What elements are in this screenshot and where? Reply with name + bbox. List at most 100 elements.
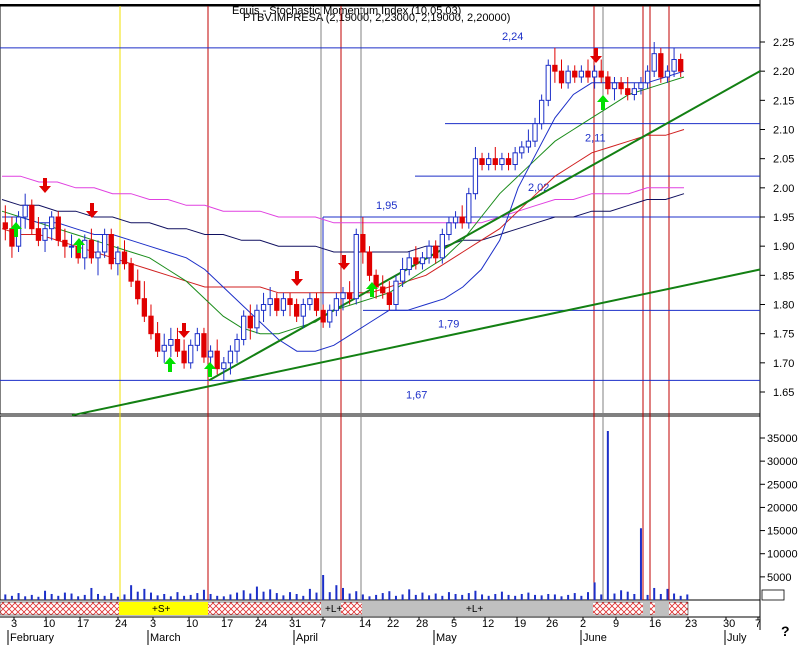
date-tick-label: 10 [43, 618, 55, 630]
date-tick-label: 7 [320, 618, 326, 630]
candle-body [82, 239, 88, 259]
corner-box [761, 589, 785, 601]
candle-body [168, 339, 174, 346]
date-tick-label: 10 [186, 618, 198, 630]
date-tick-label: 24 [115, 618, 127, 630]
candle-body [320, 309, 326, 323]
sell-arrow [291, 271, 303, 286]
candle-body [293, 304, 300, 317]
month-label: February [10, 632, 55, 644]
candle-body [201, 333, 207, 358]
date-tick-label: 22 [387, 618, 399, 630]
candle-body [346, 292, 353, 300]
candle-body [671, 59, 677, 72]
price-tick-label: 1.90 [773, 241, 794, 253]
volume-tick-label: 10000 [767, 549, 798, 561]
date-tick-label: 26 [546, 618, 558, 630]
chart-canvas: Equis - Stochastic Momentum Index (10,05… [0, 0, 798, 645]
candle-body [499, 158, 505, 166]
volume-tick-label: 15000 [767, 526, 798, 538]
date-tick-label: 14 [359, 618, 371, 630]
level-label: 2,24 [502, 31, 523, 43]
price-tick-label: 2.00 [773, 183, 794, 195]
date-tick-label: 24 [255, 618, 267, 630]
candle-body [9, 228, 15, 247]
candle-body [505, 158, 512, 166]
candle-body [333, 298, 340, 311]
price-tick-label: 2.05 [773, 154, 794, 166]
candle-body [241, 315, 247, 340]
candle-body [366, 251, 373, 276]
candle-body [154, 333, 161, 352]
candle-body [399, 269, 406, 282]
price-tick-label: 1.80 [773, 300, 794, 312]
date-axis: 3 10 17 24 3 10 17 24 31 7 14 22 28 5 12 19 26 2 9 16 23 30 7 F… [0, 616, 761, 645]
candle-body [552, 64, 558, 72]
candle-body [419, 257, 426, 265]
candle-body [55, 216, 61, 241]
candle-body [115, 251, 121, 265]
candlesticks [2, 42, 684, 381]
month-label: July [727, 632, 747, 644]
candle-body [558, 70, 565, 84]
date-tick-label: 12 [482, 618, 494, 630]
level-label: 1,79 [438, 318, 459, 330]
volume-tick-label: 35000 [767, 433, 798, 445]
volume-tick-label: 30000 [767, 456, 798, 468]
candle-body [174, 339, 181, 352]
candle-body [664, 70, 671, 78]
date-tick-label: 19 [514, 618, 526, 630]
candle-body [452, 216, 459, 224]
candle-body [340, 292, 346, 300]
volume-tick-label: 25000 [767, 479, 798, 491]
volume-axis: 35000 30000 25000 20000 15000 10000 5000 [760, 433, 798, 584]
date-tick-label: 16 [649, 618, 661, 630]
band-label: +S+ [152, 604, 171, 615]
candle-body [280, 298, 287, 311]
candle-body [459, 216, 465, 224]
candle-body [525, 140, 532, 148]
candle-body [35, 228, 42, 241]
candle-body [307, 298, 313, 305]
date-tick-label: 17 [77, 618, 89, 630]
candle-body [2, 222, 8, 230]
candle-body [148, 315, 154, 335]
candle-body [658, 53, 664, 78]
candle-body [300, 304, 306, 317]
candle-body [234, 339, 240, 352]
candle-body [638, 82, 644, 90]
volume-panel [0, 415, 761, 601]
sell-arrow [39, 178, 51, 193]
candle-body [439, 234, 445, 259]
candle-body [565, 70, 571, 84]
candle-body [611, 82, 618, 90]
help-button[interactable]: ? [781, 623, 790, 639]
candle-body [221, 362, 227, 370]
candle-body [141, 298, 148, 317]
candle-body [625, 88, 631, 95]
level-label: 1,95 [376, 200, 397, 212]
level-label: 2,11 [585, 133, 606, 145]
sell-arrow [178, 323, 190, 338]
band-label: +L+ [466, 604, 483, 615]
candle-body [512, 152, 518, 165]
horizontal-levels: 2,242,112,021,951,791,67 [0, 31, 760, 401]
candle-body [386, 292, 393, 306]
date-tick-label: 30 [723, 618, 735, 630]
candle-body [101, 234, 108, 253]
candle-body [644, 70, 651, 84]
date-tick-label: 9 [613, 618, 619, 630]
candle-body [128, 263, 134, 282]
candle-body [406, 257, 412, 271]
level-label: 1,67 [406, 389, 427, 401]
candle-body [479, 158, 485, 166]
month-label: May [436, 632, 457, 644]
price-tick-label: 2.10 [773, 125, 794, 137]
candle-body [472, 158, 479, 195]
date-tick-label: 28 [416, 618, 428, 630]
candle-body [446, 222, 452, 235]
candle-body [62, 239, 68, 247]
candle-body [287, 298, 293, 305]
candle-body [591, 70, 598, 78]
candle-body [393, 280, 399, 305]
